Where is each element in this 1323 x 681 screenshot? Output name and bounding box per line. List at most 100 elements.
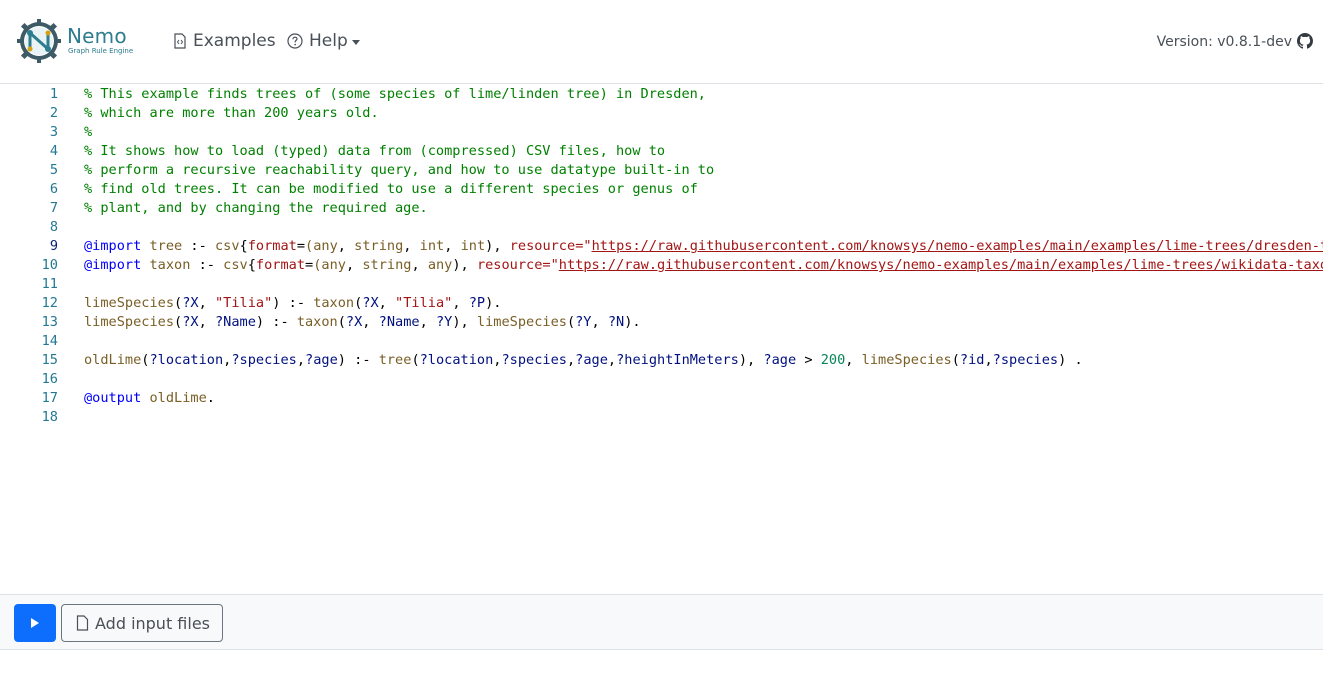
code-text: % xyxy=(84,123,92,142)
code-token: string xyxy=(354,238,404,254)
code-token: ?heightInMeters xyxy=(616,352,739,368)
run-button[interactable] xyxy=(14,604,56,642)
code-token: ). xyxy=(485,295,502,311)
code-token: tree xyxy=(378,352,412,368)
code-token: oldLime xyxy=(149,390,207,406)
code-token: ) . xyxy=(1058,352,1083,368)
add-input-files-button[interactable]: Add input files xyxy=(61,604,223,642)
code-token: % which are more than 200 years old. xyxy=(84,105,379,121)
line-number: 2 xyxy=(49,105,58,121)
code-token: ( xyxy=(566,314,576,330)
code-line[interactable]: 2 % which are more than 200 years old. xyxy=(0,104,1323,123)
code-line[interactable]: 18 xyxy=(0,408,1323,427)
code-token: any xyxy=(427,257,453,273)
code-token: @import xyxy=(84,238,142,254)
code-token: , xyxy=(845,352,862,368)
code-line[interactable]: 4 % It shows how to load (typed) data fro… xyxy=(0,142,1323,161)
code-token: % find old trees. It can be modified to … xyxy=(84,181,698,197)
line-number: 10 xyxy=(41,257,58,273)
line-number: 15 xyxy=(41,352,58,368)
code-text: % This example finds trees of (some spec… xyxy=(84,85,706,104)
code-token: @import xyxy=(84,257,142,273)
code-token: tree xyxy=(149,238,183,254)
brand-name: Nemo xyxy=(67,24,127,48)
github-icon[interactable] xyxy=(1297,33,1313,49)
code-token: csv xyxy=(223,257,248,273)
code-token: = xyxy=(296,238,306,254)
code-token: taxon xyxy=(296,314,338,330)
line-number: 9 xyxy=(49,238,58,254)
code-line[interactable]: 5 % perform a recursive reachability quer… xyxy=(0,161,1323,180)
code-token: , xyxy=(419,314,436,330)
code-line[interactable]: 17 @output oldLime. xyxy=(0,389,1323,408)
code-token: resource xyxy=(476,257,543,273)
code-token: = xyxy=(305,257,314,273)
line-number: 8 xyxy=(49,219,58,235)
code-token: ) :- xyxy=(337,352,379,368)
code-token: ), xyxy=(452,314,477,330)
code-token: ) :- xyxy=(272,295,314,311)
code-token: "Tilia" xyxy=(214,295,273,311)
code-token: , xyxy=(984,352,993,368)
code-editor[interactable]: 1 % This example finds trees of (some spe… xyxy=(0,85,1323,594)
code-line[interactable]: 14 xyxy=(0,332,1323,351)
code-line[interactable]: 12 limeSpecies(?X, "Tilia") :- taxon(?X, … xyxy=(0,294,1323,313)
brand-subtitle: Graph Rule Engine xyxy=(68,47,134,55)
code-token: { xyxy=(239,238,248,254)
code-line[interactable]: 9 @import tree :- csv{format=(any, string… xyxy=(0,237,1323,256)
code-token: , xyxy=(337,238,355,254)
code-token: ?age xyxy=(305,352,338,368)
code-token: int xyxy=(460,238,486,254)
code-token: ?age xyxy=(575,352,608,368)
line-number: 18 xyxy=(41,409,58,425)
code-token[interactable]: https://raw.githubusercontent.com/knowsy… xyxy=(559,257,1323,273)
code-token: , xyxy=(198,295,215,311)
navbar: Nemo Graph Rule Engine Examples Help Ver… xyxy=(0,0,1323,84)
code-line[interactable]: 16 xyxy=(0,370,1323,389)
nav-help-dropdown[interactable]: Help xyxy=(287,28,360,54)
code-token: ?location xyxy=(149,352,224,368)
code-token: ( xyxy=(174,314,183,330)
file-code-icon xyxy=(173,33,187,49)
code-text: @import tree :- csv{format=(any, string,… xyxy=(84,237,1323,256)
code-token: , xyxy=(452,295,469,311)
code-token: ?species xyxy=(992,352,1059,368)
code-token: ?X xyxy=(182,314,199,330)
code-token: =" xyxy=(575,238,592,254)
code-token: ?id xyxy=(959,352,985,368)
code-line[interactable]: 3% xyxy=(0,123,1323,142)
code-token: ?species xyxy=(501,352,567,368)
code-line[interactable]: 6 % find old trees. It can be modified to… xyxy=(0,180,1323,199)
code-line[interactable]: 13 limeSpecies(?X, ?Name) :- taxon(?X, ?N… xyxy=(0,313,1323,332)
code-token: ) :- xyxy=(255,314,297,330)
brand-link[interactable]: Nemo Graph Rule Engine xyxy=(17,19,135,63)
code-token: % xyxy=(84,124,93,140)
line-number: 17 xyxy=(41,390,58,406)
code-line[interactable]: 1 % This example finds trees of (some spe… xyxy=(0,85,1323,104)
code-line[interactable]: 11 xyxy=(0,275,1323,294)
code-token: ), xyxy=(738,352,764,368)
code-token: ?Name xyxy=(214,314,256,330)
question-circle-icon xyxy=(287,33,303,49)
code-token: ?P xyxy=(468,295,486,311)
line-number: 11 xyxy=(41,276,58,292)
code-token: , xyxy=(607,352,617,368)
line-number: 16 xyxy=(41,371,58,387)
code-line[interactable]: 7 % plant, and by changing the required a… xyxy=(0,199,1323,218)
code-token: . xyxy=(206,390,215,406)
code-line[interactable]: 15 oldLime(?location,?species,?age) :- tr… xyxy=(0,351,1323,370)
code-token: ( xyxy=(305,238,314,254)
line-number: 12 xyxy=(41,295,58,311)
code-token: , xyxy=(296,352,306,368)
code-token[interactable]: https://raw.githubusercontent.com/knowsy… xyxy=(592,238,1323,254)
code-token: any xyxy=(321,257,346,273)
line-number: 4 xyxy=(49,143,58,159)
nav-examples[interactable]: Examples xyxy=(173,28,276,54)
code-token: taxon xyxy=(149,257,191,273)
code-line[interactable]: 10 @import taxon :- csv{format=(any, stri… xyxy=(0,256,1323,275)
code-token: oldLime xyxy=(84,352,142,368)
code-text: % plant, and by changing the required ag… xyxy=(84,199,428,218)
code-token: limeSpecies xyxy=(476,314,567,330)
code-token: ( xyxy=(951,352,960,368)
code-line[interactable]: 8 xyxy=(0,218,1323,237)
